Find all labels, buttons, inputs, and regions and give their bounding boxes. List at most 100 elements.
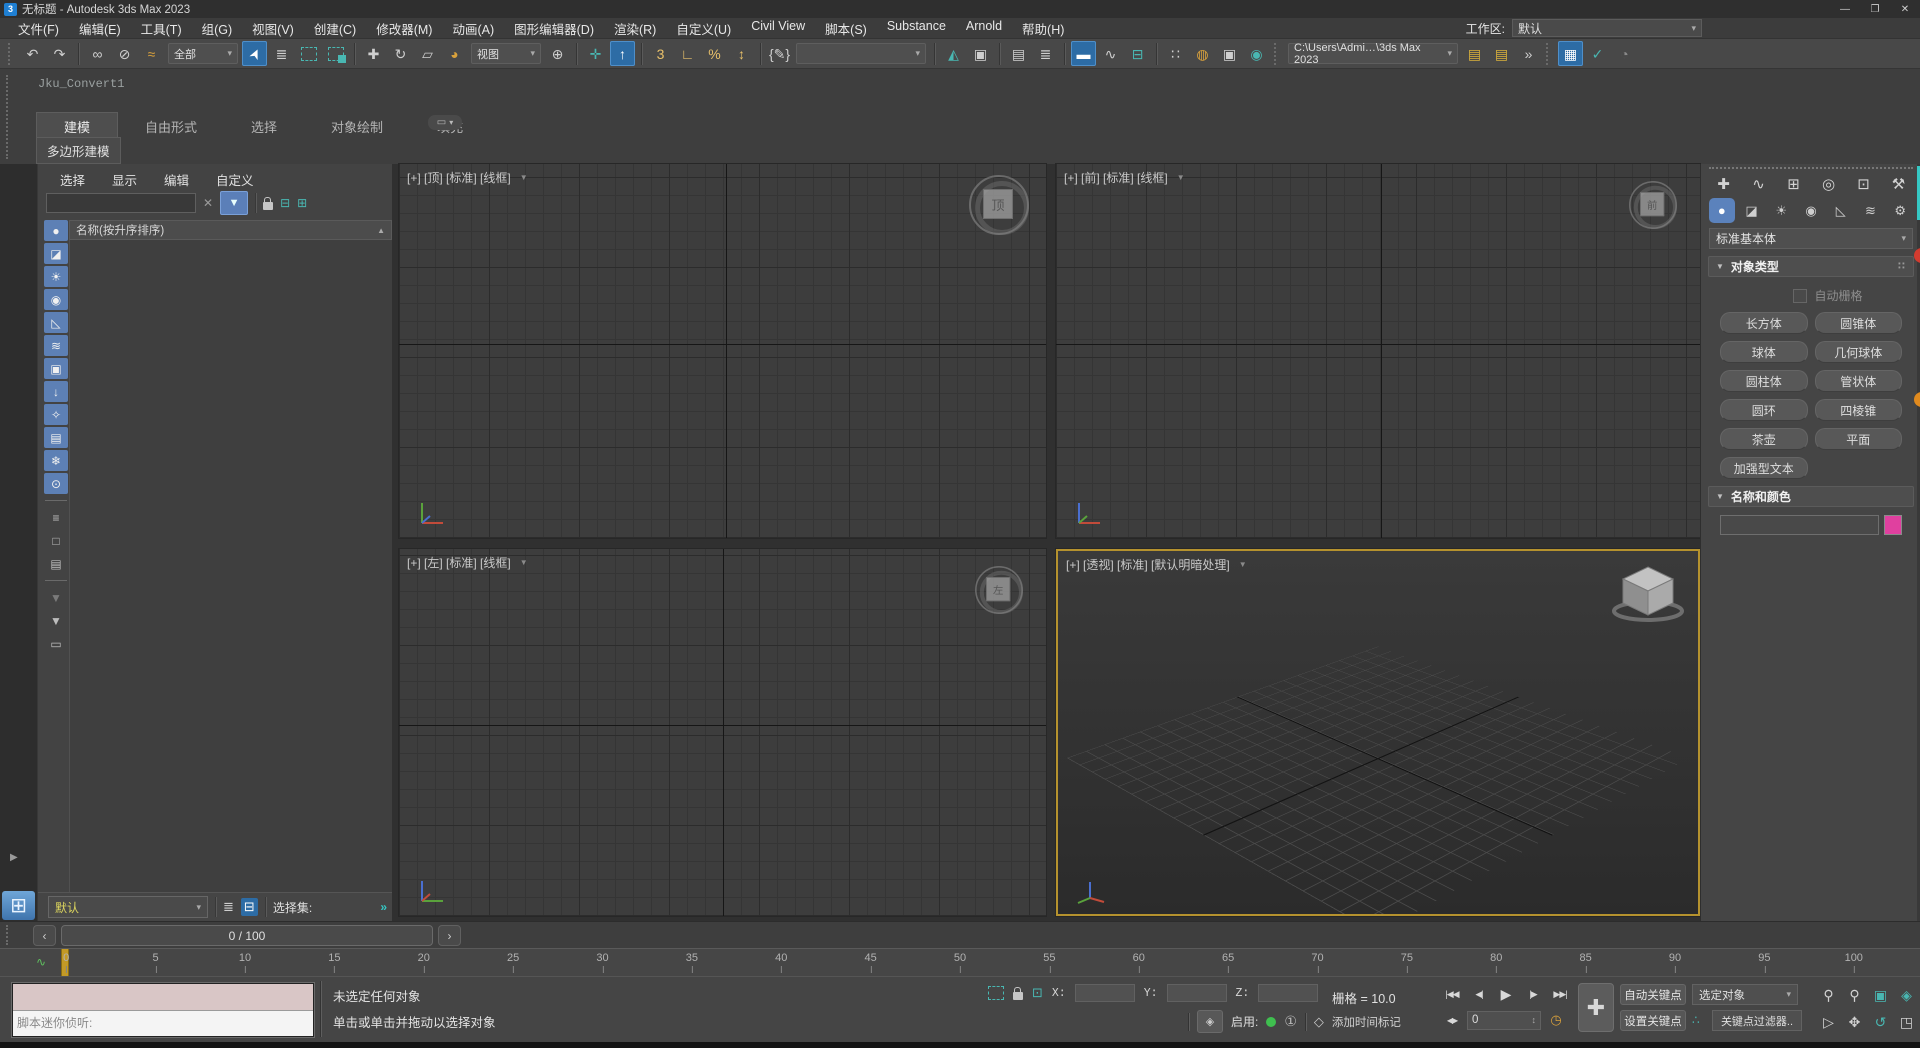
maxscript-mini-listener[interactable]: 脚本迷你侦听:	[12, 983, 314, 1037]
filter-frozen-icon[interactable]: ❄	[44, 450, 68, 471]
autogrid-checkbox[interactable]	[1793, 289, 1807, 303]
primitive-category-dropdown[interactable]: 标准基本体 ▾	[1709, 228, 1913, 249]
explorer-menu-2[interactable]: 编辑	[164, 170, 189, 189]
filter-boxes-icon[interactable]: ▤	[44, 427, 68, 448]
validate-button[interactable]: ✓	[1585, 41, 1610, 66]
collection-icon[interactable]: ▭	[44, 633, 68, 654]
name-color-rollout[interactable]: ▼ 名称和颜色	[1708, 486, 1914, 507]
project-path-dropdown[interactable]: C:\Users\Admi…\3ds Max 2023▾	[1288, 43, 1458, 64]
filter-hidden-icon[interactable]: ⊙	[44, 473, 68, 494]
cat-spacewarps[interactable]: ≋	[1858, 198, 1884, 223]
workspace-dropdown[interactable]: 默认 ▾	[1512, 19, 1702, 37]
clear-search-icon[interactable]: ✕	[203, 196, 213, 210]
select-by-name-button[interactable]: ≣	[269, 41, 294, 66]
field-of-view-button[interactable]: ▷	[1816, 1009, 1841, 1035]
viewcube[interactable]: 前	[1628, 180, 1678, 230]
menu-item-7[interactable]: 动画(A)	[442, 19, 504, 38]
filter-funnel-icon[interactable]: ▼	[44, 610, 68, 631]
viewport-left[interactable]: [+] [左] [标准] [线框] ▼ 左	[399, 549, 1046, 916]
track-bar[interactable]: ∿ 05101520253035404550556065707580859095…	[0, 948, 1920, 977]
isolate-selection-icon[interactable]	[988, 986, 1004, 1000]
select-scale-button[interactable]: ▱	[415, 41, 440, 66]
menu-item-10[interactable]: 自定义(U)	[666, 19, 741, 38]
menu-item-2[interactable]: 工具(T)	[131, 19, 192, 38]
layers-icon[interactable]: ≣	[223, 899, 234, 915]
toolbar-overflow-button[interactable]: »	[1516, 41, 1541, 66]
angle-snap-button[interactable]: ∟	[675, 41, 700, 66]
viewport-layout-tabs-button[interactable]: ⊞	[2, 891, 35, 920]
save-file-button[interactable]: ▦	[1558, 41, 1583, 66]
zoom-extents-button[interactable]: ▣	[1868, 982, 1893, 1008]
zoom-button[interactable]: ⚲	[1816, 982, 1841, 1008]
explorer-menu-0[interactable]: 选择	[60, 170, 85, 189]
time-slider-handle[interactable]: 0 / 100	[61, 925, 433, 946]
viewport-perspective[interactable]: [+] [透视] [标准] [默认明暗处理] ▼	[1056, 549, 1700, 916]
primitive-button-3[interactable]: 几何球体	[1815, 341, 1903, 363]
zoom-extents-all-button[interactable]: ◈	[1894, 982, 1919, 1008]
spinner-snap-button[interactable]: ↕	[729, 41, 754, 66]
use-pivot-center-button[interactable]: ⊕	[545, 41, 570, 66]
selection-lock-icon[interactable]	[1013, 992, 1023, 1000]
next-key-button[interactable]: ›	[438, 925, 461, 946]
history-button[interactable]: ◔	[1612, 41, 1637, 66]
orbit-button[interactable]: ↺	[1868, 1009, 1893, 1035]
ribbon-tab-2[interactable]: 选择	[224, 113, 304, 140]
explorer-menu-3[interactable]: 自定义	[216, 170, 254, 189]
cat-cameras[interactable]: ◉	[1798, 198, 1824, 223]
selection-filter-dropdown[interactable]: 全部▾	[168, 43, 238, 64]
primitive-button-5[interactable]: 管状体	[1815, 370, 1903, 392]
key-filter-icon[interactable]: ∴	[1692, 1013, 1700, 1027]
scene-explorer-button[interactable]: ▤	[1006, 41, 1031, 66]
menu-item-3[interactable]: 组(G)	[192, 19, 243, 38]
select-place-button[interactable]: ◕	[442, 41, 467, 66]
rendered-frame-button[interactable]: ▣	[1217, 41, 1242, 66]
zoom-all-button[interactable]: ⚲	[1842, 982, 1867, 1008]
add-time-tag[interactable]: 添加时间标记	[1332, 1014, 1401, 1030]
unlink-button[interactable]: ⊘	[112, 41, 137, 66]
coord-system-dropdown[interactable]: 视图▾	[471, 43, 541, 64]
one-badge-icon[interactable]: ①	[1284, 1013, 1297, 1030]
explorer-search-input[interactable]	[46, 193, 196, 213]
undo-button[interactable]: ↶	[20, 41, 45, 66]
z-coordinate-field[interactable]	[1258, 984, 1318, 1002]
viewcube-3d[interactable]	[1610, 559, 1686, 627]
toolbar-handle[interactable]	[1274, 43, 1281, 65]
primitive-button-4[interactable]: 圆柱体	[1720, 370, 1808, 392]
ribbon-toggle-button[interactable]: ▬	[1071, 41, 1096, 66]
time-slider-track[interactable]: ‹ 0 / 100 ›	[0, 921, 1920, 949]
filter-bones-icon[interactable]: ✧	[44, 404, 68, 425]
go-to-start-button[interactable]: |◀◀	[1440, 984, 1464, 1004]
filter-containers-icon[interactable]: ↓	[44, 381, 68, 402]
view-detail-icon[interactable]: ▤	[44, 553, 68, 574]
cat-systems[interactable]: ⚙	[1887, 198, 1913, 223]
menu-item-1[interactable]: 编辑(E)	[69, 19, 131, 38]
align-button[interactable]: ▣	[968, 41, 993, 66]
current-frame-field[interactable]: 0 ↕	[1467, 1011, 1541, 1030]
time-configuration-button[interactable]: ◷	[1544, 1010, 1568, 1030]
primitive-button-9[interactable]: 平面	[1815, 428, 1903, 450]
filter-lights-icon[interactable]: ☀	[44, 266, 68, 287]
x-coordinate-field[interactable]	[1075, 984, 1135, 1002]
primitive-button-1[interactable]: 圆锥体	[1815, 312, 1903, 334]
security-shield-icon[interactable]: ◈	[1197, 1010, 1223, 1033]
toolbar-handle[interactable]	[1546, 43, 1553, 65]
viewcube[interactable]: 左	[974, 565, 1024, 615]
tab-modify[interactable]: ∿	[1742, 171, 1775, 196]
previous-key-button[interactable]: ‹	[33, 925, 56, 946]
filter-shapes-icon[interactable]: ◪	[44, 243, 68, 264]
project-folder-button[interactable]: ▤	[1462, 41, 1487, 66]
menu-item-8[interactable]: 图形编辑器(D)	[504, 19, 604, 38]
primitive-button-6[interactable]: 圆环	[1720, 399, 1808, 421]
tab-motion[interactable]: ◎	[1812, 171, 1845, 196]
object-name-input[interactable]	[1720, 515, 1879, 535]
menu-item-4[interactable]: 视图(V)	[242, 19, 304, 38]
viewport-menu-icon[interactable]: ▼	[1239, 560, 1247, 569]
cat-helpers[interactable]: ◺	[1828, 198, 1854, 223]
flat-view-button[interactable]: ⊞	[297, 196, 307, 210]
edge-orange-icon[interactable]	[1914, 392, 1920, 407]
tab-hierarchy[interactable]: ⊞	[1777, 171, 1810, 196]
pan-button[interactable]: ✥	[1842, 1009, 1867, 1035]
percent-snap-button[interactable]: %	[702, 41, 727, 66]
set-keys-button[interactable]: ✚	[1578, 983, 1614, 1032]
primitive-button-2[interactable]: 球体	[1720, 341, 1808, 363]
